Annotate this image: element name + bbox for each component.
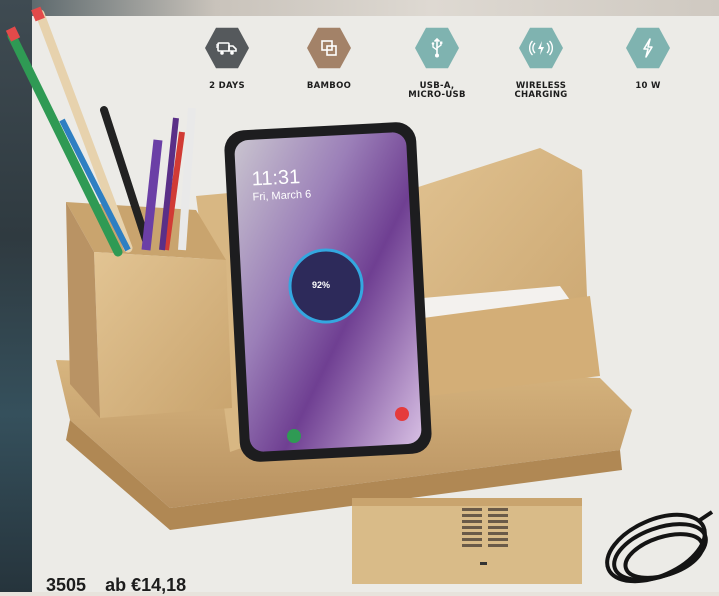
pens xyxy=(5,6,196,257)
price-line: 3505 ab €14,18 xyxy=(46,575,186,596)
usb-cable xyxy=(605,510,714,584)
phone-clock: 11:31 Fri, March 6 xyxy=(251,166,311,203)
product-code: 3505 xyxy=(46,575,87,595)
product-price: ab €14,18 xyxy=(105,575,187,595)
phone-time: 11:31 xyxy=(251,166,301,191)
product-image xyxy=(5,6,714,584)
charging-pad xyxy=(352,498,582,584)
pen-holder-front xyxy=(94,252,232,418)
battery-percentage: 92% xyxy=(312,280,331,290)
